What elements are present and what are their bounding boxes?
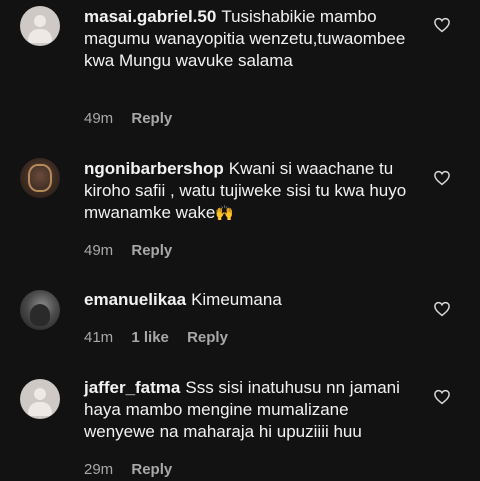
- comment-username[interactable]: jaffer_fatma: [84, 378, 180, 397]
- reply-button[interactable]: Reply: [131, 242, 172, 259]
- comment-text: masai.gabriel.50 Tusishabikie mambo magum…: [84, 6, 414, 72]
- heart-outline-icon[interactable]: [433, 300, 451, 318]
- comment-username[interactable]: masai.gabriel.50: [84, 7, 216, 26]
- comment-username[interactable]: emanuelikaa: [84, 290, 186, 309]
- heart-outline-icon[interactable]: [433, 388, 451, 406]
- comment-username[interactable]: ngonibarbershop: [84, 159, 224, 178]
- comment-meta: 49m Reply: [84, 110, 186, 127]
- reply-button[interactable]: Reply: [131, 110, 172, 127]
- avatar[interactable]: [20, 290, 60, 330]
- default-avatar-icon: [34, 15, 46, 27]
- comment-body: Kimeumana: [191, 290, 282, 309]
- comment-text: emanuelikaa Kimeumana: [84, 289, 414, 311]
- comment-meta: 41m 1 like Reply: [84, 329, 242, 346]
- comment-time: 49m: [84, 110, 114, 127]
- like-count[interactable]: 1 like: [131, 329, 169, 346]
- comment-text: jaffer_fatma Sss sisi inatuhusu nn jamani…: [84, 377, 414, 443]
- reply-button[interactable]: Reply: [187, 329, 228, 346]
- comment-meta: 29m Reply: [84, 461, 186, 478]
- comment-meta: 49m Reply: [84, 242, 186, 259]
- comments-list: masai.gabriel.50 Tusishabikie mambo magum…: [0, 0, 480, 481]
- raised-hands-emoji: 🙌: [215, 205, 235, 222]
- avatar[interactable]: [20, 6, 60, 46]
- heart-outline-icon[interactable]: [433, 16, 451, 34]
- comment-text: ngonibarbershop Kwani si waachane tu kiro…: [84, 158, 414, 225]
- comment-time: 41m: [84, 329, 114, 346]
- default-avatar-icon: [34, 388, 46, 400]
- avatar[interactable]: [20, 158, 60, 198]
- comment-time: 49m: [84, 242, 114, 259]
- heart-outline-icon[interactable]: [433, 169, 451, 187]
- reply-button[interactable]: Reply: [131, 461, 172, 478]
- avatar[interactable]: [20, 379, 60, 419]
- comment-time: 29m: [84, 461, 114, 478]
